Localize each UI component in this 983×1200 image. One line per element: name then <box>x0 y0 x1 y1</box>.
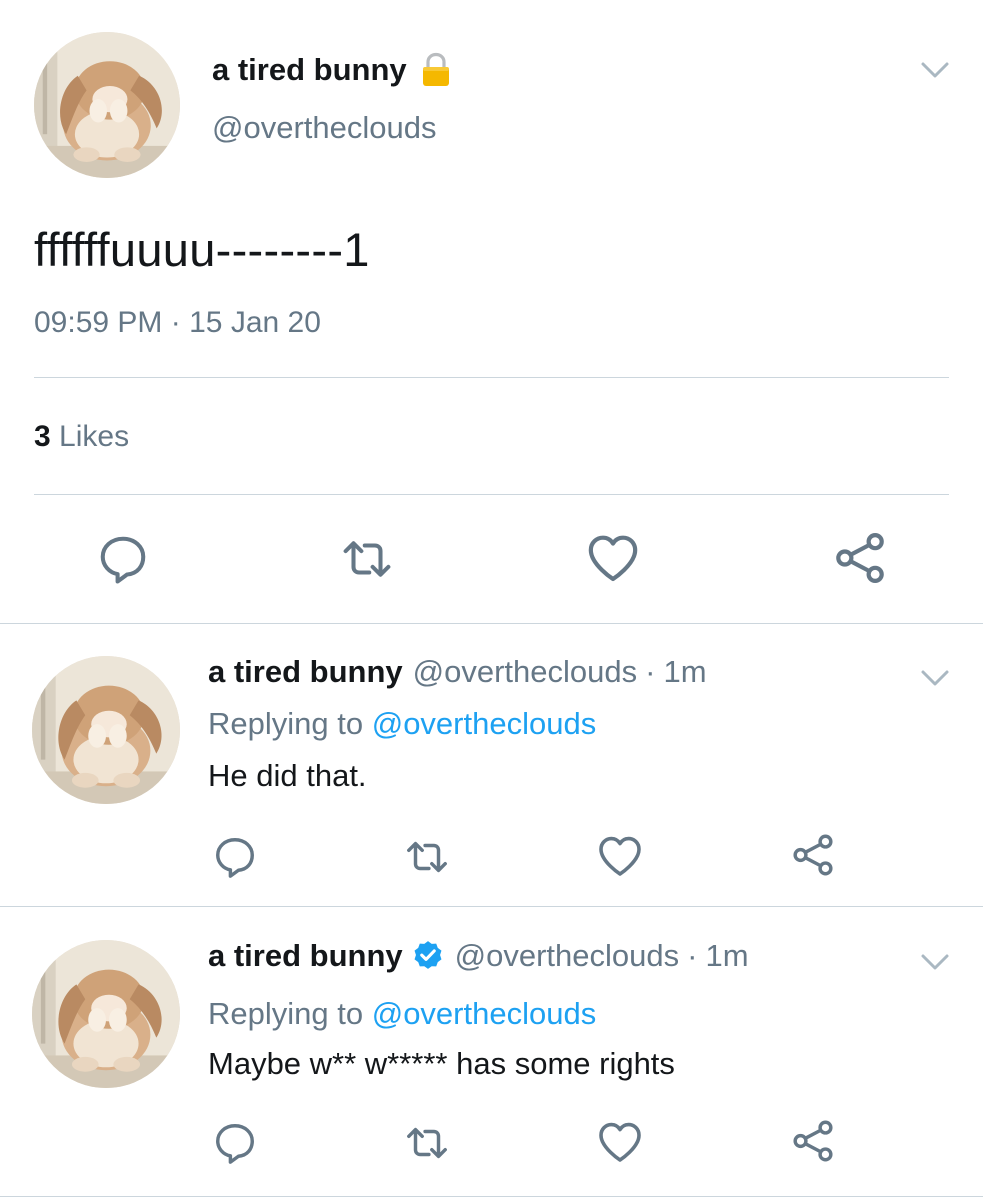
avatar[interactable] <box>34 32 180 178</box>
avatar-image <box>34 32 180 178</box>
separator-dot: · <box>170 306 181 339</box>
chevron-down-icon[interactable] <box>920 60 950 80</box>
verified-badge-icon <box>411 939 445 973</box>
replying-to: Replying to @overtheclouds <box>208 706 596 742</box>
avatar-image <box>32 940 180 1088</box>
heart-icon[interactable] <box>596 832 644 880</box>
tweet-date: 15 Jan 20 <box>189 306 321 339</box>
share-icon[interactable] <box>790 1118 836 1164</box>
author-name[interactable]: a tired bunny <box>208 654 403 690</box>
likes-number: 3 <box>34 420 51 453</box>
tweet-time: 09:59 PM <box>34 306 163 339</box>
author-name-row[interactable]: a tired bunny <box>212 52 453 88</box>
author-name[interactable]: a tired bunny <box>212 52 407 88</box>
reply-icon[interactable] <box>96 532 150 586</box>
divider <box>34 377 949 378</box>
avatar-image <box>32 656 180 804</box>
author-handle[interactable]: @overtheclouds <box>455 938 679 974</box>
retweet-icon[interactable] <box>400 1120 454 1166</box>
avatar[interactable] <box>32 940 180 1088</box>
reply-header: a tired bunny @overtheclouds · 1m <box>208 938 749 974</box>
heart-icon[interactable] <box>596 1118 644 1166</box>
divider <box>0 906 983 907</box>
tweet-text: ffffffuuuu--------1 <box>34 223 370 276</box>
replying-to: Replying to @overtheclouds <box>208 996 596 1032</box>
lock-icon <box>419 52 453 88</box>
divider <box>0 1196 983 1197</box>
reply-header: a tired bunny @overtheclouds · 1m <box>208 654 707 690</box>
likes-label: Likes <box>59 420 130 453</box>
share-icon[interactable] <box>790 832 836 878</box>
reply-icon[interactable] <box>212 1120 258 1166</box>
reply-text: He did that. <box>208 758 367 793</box>
reply-icon[interactable] <box>212 834 258 880</box>
author-name[interactable]: a tired bunny <box>208 938 403 974</box>
reply-time: 1m <box>705 938 749 973</box>
reply-text: Maybe w** w***** has some rights <box>208 1046 675 1081</box>
retweet-icon[interactable] <box>336 532 398 586</box>
avatar[interactable] <box>32 656 180 804</box>
chevron-down-icon[interactable] <box>920 952 950 972</box>
retweet-icon[interactable] <box>400 834 454 880</box>
heart-icon[interactable] <box>584 530 642 586</box>
share-icon[interactable] <box>832 530 888 586</box>
author-handle[interactable]: @overtheclouds <box>212 110 436 146</box>
replying-label: Replying to <box>208 706 364 741</box>
separator-dot: · <box>645 654 656 689</box>
divider <box>34 494 949 495</box>
replying-mention[interactable]: @overtheclouds <box>372 996 596 1031</box>
divider <box>0 623 983 624</box>
reply-time: 1m <box>663 654 707 689</box>
tweet-timestamp: 09:59 PM · 15 Jan 20 <box>34 306 321 340</box>
replying-label: Replying to <box>208 996 364 1031</box>
chevron-down-icon[interactable] <box>920 668 950 688</box>
likes-count[interactable]: 3 Likes <box>34 420 129 454</box>
author-handle[interactable]: @overtheclouds <box>413 654 637 690</box>
replying-mention[interactable]: @overtheclouds <box>372 706 596 741</box>
separator-dot: · <box>687 938 698 973</box>
